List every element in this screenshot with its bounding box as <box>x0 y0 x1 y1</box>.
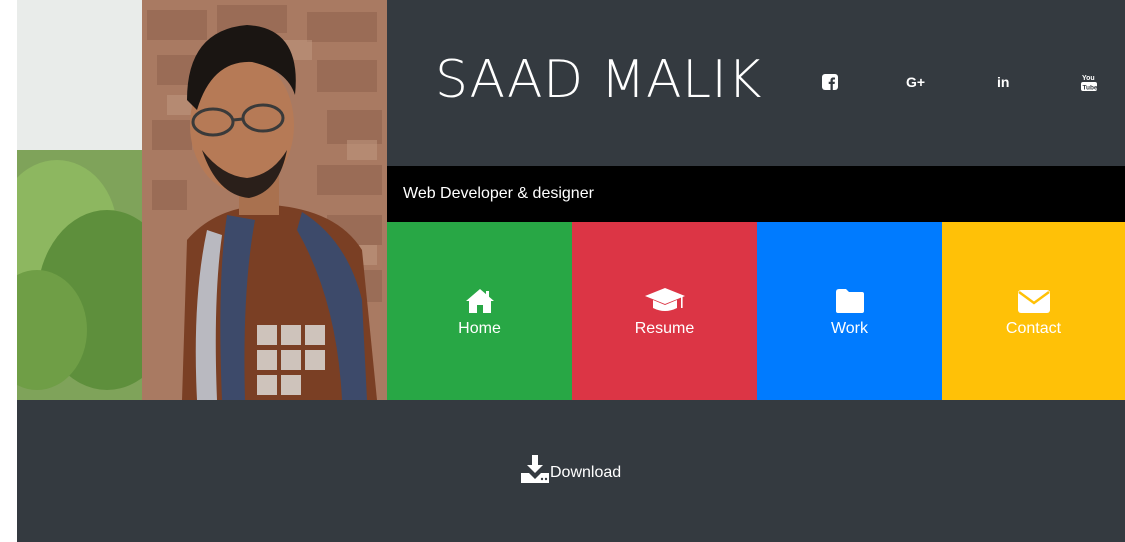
nav-tile-home[interactable]: Home <box>387 222 572 400</box>
google-plus-icon[interactable]: G+ <box>903 68 931 96</box>
profile-name: SAAD MALIK <box>435 50 762 110</box>
page: SAAD MALIK G+ in You Tube Web Developer … <box>17 0 1125 542</box>
home-icon <box>465 284 495 314</box>
svg-text:You: You <box>1082 75 1095 82</box>
folder-icon <box>834 284 866 314</box>
youtube-icon[interactable]: You Tube <box>1075 68 1103 96</box>
facebook-icon[interactable] <box>816 68 844 96</box>
svg-text:in: in <box>997 75 1009 89</box>
download-icon <box>521 455 549 483</box>
envelope-icon <box>1017 284 1051 314</box>
svg-text:G+: G+ <box>906 75 925 89</box>
nav-label-contact: Contact <box>1005 320 1062 337</box>
header: SAAD MALIK G+ in You Tube <box>387 0 1125 166</box>
tagline: Web Developer & designer <box>403 185 594 202</box>
graduation-cap-icon <box>644 284 686 314</box>
nav-label-work: Work <box>830 320 869 337</box>
nav-tile-resume[interactable]: Resume <box>572 222 757 400</box>
nav-tile-work[interactable]: Work <box>757 222 942 400</box>
nav-label-home: Home <box>458 320 501 337</box>
tagline-bar: Web Developer & designer <box>387 166 1125 222</box>
download-link[interactable]: Download <box>520 454 621 484</box>
footer: Download <box>17 400 1125 542</box>
svg-text:Tube: Tube <box>1083 85 1098 92</box>
download-label: Download <box>550 464 622 481</box>
profile-photo <box>17 0 387 400</box>
nav-label-resume: Resume <box>634 320 695 337</box>
nav-tile-contact[interactable]: Contact <box>942 222 1125 400</box>
linkedin-icon[interactable]: in <box>991 68 1019 96</box>
